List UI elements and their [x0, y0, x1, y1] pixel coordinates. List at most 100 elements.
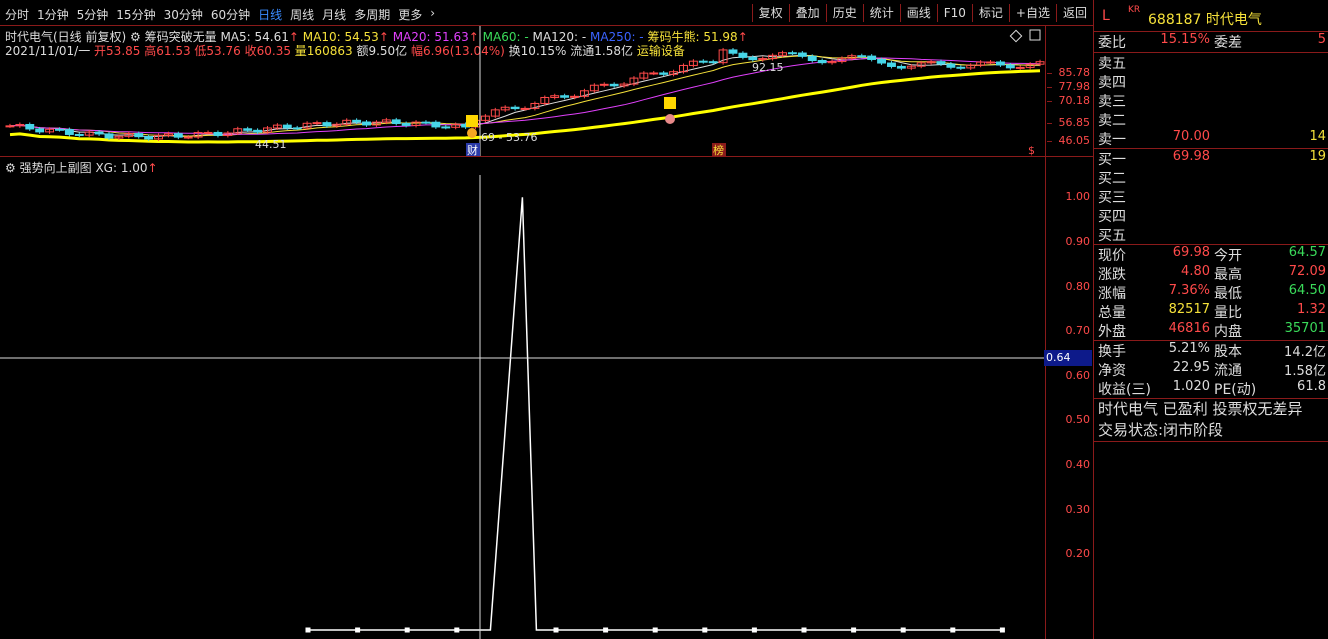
- period-tab[interactable]: 多周期: [354, 6, 390, 23]
- quote-value: 64.57: [1288, 245, 1326, 260]
- sub-indicator-chart[interactable]: [0, 175, 1045, 639]
- candle-body: [956, 66, 966, 69]
- fundamentals-block: 换手 5.21% 股本 14.2亿 净资 22.95 流通 1.58亿 收益(三) 1.020 PE…: [1094, 341, 1328, 398]
- level-label: 卖一: [1098, 132, 1126, 148]
- candle-body: [649, 72, 659, 75]
- xg-value: XG: 1.00: [95, 161, 148, 175]
- candle-body: [441, 126, 451, 129]
- fundamental-value: 14.2亿: [1284, 345, 1326, 360]
- candle-body: [520, 107, 530, 110]
- expand-icon[interactable]: [1029, 29, 1041, 41]
- stock-flag-L: L: [1102, 8, 1110, 24]
- candle-body: [896, 65, 906, 69]
- quote-value: 46816: [1168, 321, 1210, 336]
- signal-marker: [664, 97, 676, 109]
- period-tab[interactable]: 更多: [398, 6, 422, 23]
- candle-body: [421, 121, 431, 124]
- candle-body: [5, 125, 15, 128]
- order-level[interactable]: 卖三: [1094, 91, 1328, 110]
- order-level[interactable]: 卖四: [1094, 72, 1328, 91]
- level-price: 69.98: [1172, 149, 1210, 164]
- candle-body: [203, 131, 213, 134]
- candle-body: [1015, 66, 1025, 69]
- price-tick: 77.98: [1046, 80, 1090, 93]
- low-price-label: 44.51: [255, 138, 287, 151]
- tool-button[interactable]: 标记: [971, 4, 1009, 22]
- candle-body: [570, 95, 579, 98]
- sub-axis-tick: 0.20: [1065, 547, 1091, 561]
- xg-point: [999, 627, 1005, 633]
- fundamental-value: 22.95: [1172, 360, 1210, 375]
- stock-note: 时代电气 已盈利 投票权无差异: [1098, 400, 1303, 418]
- period-tab[interactable]: 30分钟: [164, 6, 203, 23]
- order-level[interactable]: 卖五: [1094, 53, 1328, 72]
- level-label: 买二: [1098, 171, 1126, 187]
- quote-row: 涨跌 4.80 最高 72.09: [1098, 264, 1326, 283]
- tool-button[interactable]: 复权: [751, 4, 789, 22]
- level-label: 卖二: [1098, 113, 1126, 129]
- tool-button[interactable]: 统计: [862, 4, 900, 22]
- candle-body: [431, 121, 441, 128]
- stock-code-name[interactable]: 688187 时代电气: [1148, 9, 1262, 29]
- tool-button[interactable]: 返回: [1055, 4, 1093, 22]
- candle-body: [144, 136, 154, 140]
- tool-button[interactable]: F10: [936, 4, 972, 22]
- sub-value-axis: 1.00 0.90 0.80 0.70 0.60 0.50 0.40 0.30 0.20: [1045, 157, 1093, 639]
- period-tab[interactable]: 1分钟: [37, 6, 69, 23]
- fundamental-value: 61.8: [1297, 379, 1326, 394]
- fundamental-value: 1.58亿: [1284, 364, 1326, 379]
- xg-point: [305, 627, 311, 633]
- weibi-value: 15.15%: [1160, 32, 1210, 47]
- sub-axis-tick: 0.60: [1065, 368, 1091, 382]
- period-tab[interactable]: 15分钟: [116, 6, 155, 23]
- period-tab[interactable]: 日线: [258, 6, 282, 23]
- xg-point: [553, 627, 559, 633]
- trade-status: 交易状态:闭市阶段: [1098, 421, 1224, 439]
- candle-body: [352, 119, 362, 123]
- order-level[interactable]: 买三: [1094, 187, 1328, 206]
- kline-chart[interactable]: 44.51 92.15 69 - 53.76财 榜 $: [0, 26, 1045, 156]
- order-level[interactable]: 买五: [1094, 225, 1328, 244]
- tool-button[interactable]: 历史: [825, 4, 863, 22]
- candle-body: [183, 136, 193, 139]
- quote-value: 35701: [1284, 321, 1326, 336]
- tool-button[interactable]: +自选: [1008, 4, 1056, 22]
- xg-point: [751, 627, 757, 633]
- settings-icon[interactable]: ⚙: [5, 161, 16, 175]
- xg-point: [801, 627, 807, 633]
- candle-body: [25, 123, 35, 130]
- pane-divider[interactable]: [0, 156, 1093, 157]
- candle-body: [986, 61, 995, 64]
- period-tab[interactable]: 60分钟: [211, 6, 250, 23]
- candle-body: [94, 131, 104, 135]
- order-level[interactable]: 买四: [1094, 206, 1328, 225]
- fundamental-row: 净资 22.95 流通 1.58亿: [1098, 360, 1326, 379]
- chip-marker: [467, 128, 477, 138]
- period-tab[interactable]: 分时: [5, 6, 29, 23]
- xg-point: [851, 627, 857, 633]
- period-tab[interactable]: 周线: [290, 6, 314, 23]
- order-level[interactable]: 买二: [1094, 168, 1328, 187]
- sell-order-book: 卖五 卖四 卖三卖二 卖一 70.00 14: [1094, 53, 1328, 148]
- sub-chart-name[interactable]: 强势向上副图: [20, 161, 92, 175]
- level-label: 卖五: [1098, 56, 1126, 72]
- candle-body: [401, 123, 411, 126]
- price-range-label: 69 - 53.76: [481, 131, 537, 144]
- price-tick: 46.05: [1046, 134, 1090, 147]
- fundamental-row: 收益(三) 1.020 PE(动) 61.8: [1098, 379, 1326, 398]
- stock-header: L KR 688187 时代电气: [1094, 0, 1328, 32]
- order-level[interactable]: 买一 69.98 19: [1094, 149, 1328, 168]
- quote-panel: L KR 688187 时代电气 委比 15.15% 委差 5 卖五 卖四 卖三 卖二…: [1093, 0, 1328, 639]
- tool-button[interactable]: 画线: [899, 4, 937, 22]
- weicha-value: 5: [1317, 32, 1326, 47]
- more-arrow-icon[interactable]: ›: [430, 6, 435, 23]
- candle-body: [698, 60, 708, 63]
- signal-marker: [466, 115, 478, 127]
- order-level[interactable]: 卖一 70.00 14: [1094, 129, 1328, 148]
- order-level[interactable]: 卖二: [1094, 110, 1328, 129]
- ma-line-20: [9, 57, 1041, 135]
- period-tab[interactable]: 月线: [322, 6, 346, 23]
- tool-button[interactable]: 叠加: [788, 4, 826, 22]
- candle-body: [322, 122, 332, 127]
- period-tab[interactable]: 5分钟: [77, 6, 109, 23]
